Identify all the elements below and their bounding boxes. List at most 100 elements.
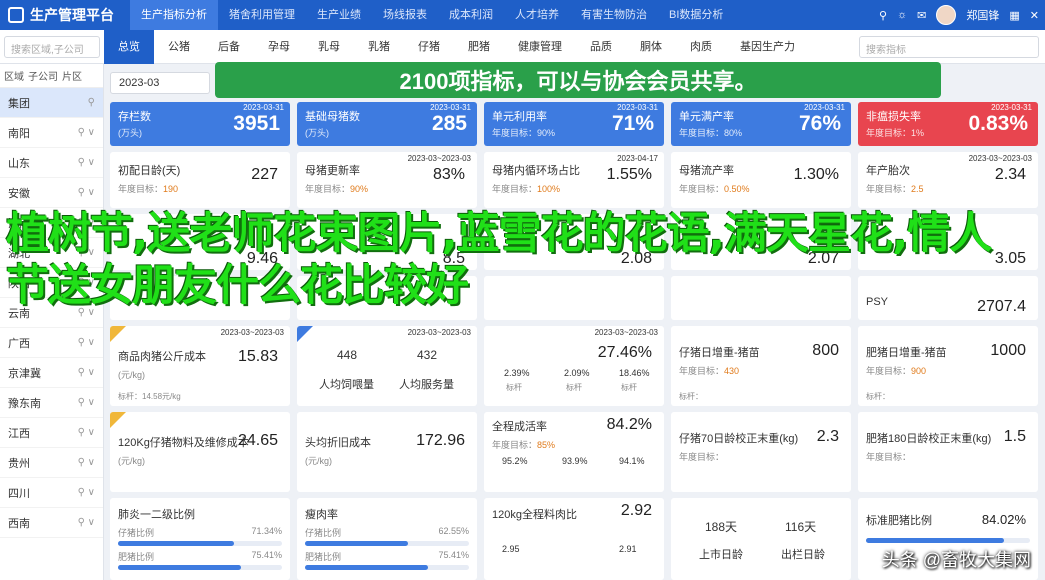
sidebar-item[interactable]: 山东 ⚲ ∨: [0, 148, 103, 178]
kpi-date: 2023-03-31: [243, 103, 284, 112]
metric-title: 肺炎一二级比例: [118, 509, 195, 521]
sidebar-item[interactable]: 江西 ⚲ ∨: [0, 418, 103, 448]
metric-card[interactable]: 肺炎一二级比例 仔猪比例 71.34% 肥猪比例 75.41%: [110, 498, 290, 580]
region-search-input[interactable]: 搜索区域,子公司: [4, 35, 100, 58]
metric-card[interactable]: 母猪流产率 年度目标：0.50% 1.30%: [671, 152, 851, 208]
sub-tab[interactable]: 胴体: [626, 30, 676, 64]
radio-subsidiary[interactable]: 子公司: [28, 68, 58, 83]
avatar[interactable]: [936, 5, 957, 25]
metric-card[interactable]: 120Kg仔猪物料及维修成本 (元/kg) 24.65: [110, 412, 290, 492]
app-logo[interactable]: 生产管理平台: [0, 0, 130, 30]
indicator-search-input[interactable]: 搜索指标: [859, 36, 1039, 58]
grid-icon[interactable]: ▦: [1009, 9, 1019, 22]
nav-tab[interactable]: 有害生物防治: [570, 0, 658, 30]
close-icon[interactable]: ✕: [1030, 9, 1039, 22]
sub-tab[interactable]: 基因生产力: [726, 30, 809, 64]
metric-card[interactable]: 瘦肉率 仔猪比例 62.55% 肥猪比例 75.41%: [297, 498, 477, 580]
kpi-card[interactable]: 2023-03-31 单元满产率 年度目标：80% 76%: [671, 102, 851, 146]
sub-tab[interactable]: 肥猪: [454, 30, 504, 64]
sidebar-item[interactable]: 贵州 ⚲ ∨: [0, 448, 103, 478]
radio-area[interactable]: 片区: [62, 68, 82, 83]
metric-card[interactable]: 肥猪180日龄校正末重(kg) 年度目标： 1.5: [858, 412, 1038, 492]
sub-tab[interactable]: 后备: [204, 30, 254, 64]
progress-fill: [305, 541, 409, 546]
date-picker[interactable]: 2023-03: [110, 72, 210, 94]
search-icon[interactable]: ⚲: [879, 9, 887, 22]
sub-tab[interactable]: 公猪: [154, 30, 204, 64]
metric-card[interactable]: 2023-04-17 母猪内循环场占比 年度目标：100% 1.55%: [484, 152, 664, 208]
metric-card[interactable]: 2023-03~2023-03 448 432 人均饲喂量 人均服务量: [297, 326, 477, 406]
sub-tab[interactable]: 乳母: [304, 30, 354, 64]
metric-value: 2.91: [619, 544, 637, 554]
progress-bar: [866, 538, 1030, 543]
chevron-down-icon: ⚲ ∨: [77, 427, 95, 438]
metric-card[interactable]: 2023-03~2023-03 商品肉猪公斤成本 (元/kg) 15.83 标杆…: [110, 326, 290, 406]
metric-date: 2023-03~2023-03: [594, 328, 658, 337]
goal-label: 年度目标：: [492, 184, 538, 194]
metric-value: 227: [251, 166, 278, 183]
nav-tab[interactable]: 生产指标分析: [130, 0, 218, 30]
sub-tab[interactable]: 品质: [576, 30, 626, 64]
sub-tab[interactable]: 健康管理: [504, 30, 576, 64]
theme-icon[interactable]: ☼: [897, 9, 907, 21]
metric-card[interactable]: 188天 116天 上市日龄 出栏日龄: [671, 498, 851, 580]
bell-icon[interactable]: ✉: [917, 9, 926, 22]
metric-card[interactable]: 全程成活率 年度目标：85% 84.2% 95.2% 93.9% 94.1%: [484, 412, 664, 492]
metric-value: 800: [812, 342, 839, 359]
goal-value: 90%: [350, 184, 369, 194]
user-name[interactable]: 郑国锋: [966, 7, 999, 23]
sidebar-item-label: 贵州: [8, 457, 30, 470]
flag-corner: [110, 326, 126, 342]
nav-tab[interactable]: 场线报表: [372, 0, 438, 30]
kpi-card[interactable]: 2023-03-31 基础母猪数 (万头) 285: [297, 102, 477, 146]
radio-region[interactable]: 区域: [4, 68, 24, 83]
sidebar-item[interactable]: 南阳 ⚲ ∨: [0, 118, 103, 148]
sidebar-item[interactable]: 集团 ⚲: [0, 88, 103, 118]
sidebar-item[interactable]: 豫东南 ⚲ ∨: [0, 388, 103, 418]
sub-tab[interactable]: 总览: [104, 29, 154, 64]
sub-tab[interactable]: 乳猪: [354, 30, 404, 64]
kpi-card[interactable]: 2023-03-31 非瘟损失率 年度目标：1% 0.83%: [858, 102, 1038, 146]
chevron-down-icon: ⚲ ∨: [77, 127, 95, 138]
nav-tab[interactable]: 成本利润: [438, 0, 504, 30]
sidebar-item[interactable]: 四川 ⚲ ∨: [0, 478, 103, 508]
progress-bar: [118, 541, 282, 546]
nav-tab[interactable]: 生产业绩: [306, 0, 372, 30]
metric-card[interactable]: 肥猪日增重-猪苗 年度目标：900 1000 标杆：: [858, 326, 1038, 406]
metric-card[interactable]: 2023-03~2023-03 母猪更新率 年度目标：90% 83%: [297, 152, 477, 208]
metric-card[interactable]: 仔猪日增重-猪苗 年度目标：430 800 标杆：: [671, 326, 851, 406]
metric-card[interactable]: 2023-03~2023-03 年产胎次 年度目标：2.5 2.34: [858, 152, 1038, 208]
goal-value: 85%: [537, 440, 556, 450]
nav-tab[interactable]: BI数据分析: [658, 0, 734, 30]
sub-tab[interactable]: 仔猪: [404, 30, 454, 64]
metric-sub: (元/kg): [305, 456, 333, 466]
metric-card[interactable]: 120kg全程料肉比 2.92 2.95 2.91: [484, 498, 664, 580]
kpi-card[interactable]: 2023-03-31 单元利用率 年度目标：90% 71%: [484, 102, 664, 146]
metric-goal: 年度目标：900: [866, 364, 1030, 377]
metric-card[interactable]: 初配日龄(天) 年度目标：190 227: [110, 152, 290, 208]
sidebar-item[interactable]: 京津冀 ⚲ ∨: [0, 358, 103, 388]
bar-row: 肥猪比例 75.41%: [118, 550, 282, 563]
nav-tab[interactable]: 猪舍利用管理: [218, 0, 306, 30]
bar-label: 肥猪比例: [118, 552, 155, 562]
metric-value: 2.39%: [504, 368, 530, 378]
metric-card[interactable]: 2023-03~2023-03 27.46% 2.39% 2.09% 18.46…: [484, 326, 664, 406]
sidebar-item-label: 安徽: [8, 187, 30, 200]
nav-tab[interactable]: 人才培养: [504, 0, 570, 30]
goal-label: 年度目标：: [118, 184, 164, 194]
metric-card[interactable]: 头均折旧成本 (元/kg) 172.96: [297, 412, 477, 492]
sidebar-item-label: 广西: [8, 337, 30, 350]
sub-tab[interactable]: 孕母: [254, 30, 304, 64]
sidebar-item[interactable]: 安徽 ⚲ ∨: [0, 178, 103, 208]
sidebar-item[interactable]: 广西 ⚲ ∨: [0, 328, 103, 358]
sidebar-item[interactable]: 西南 ⚲ ∨: [0, 508, 103, 538]
goal-label: 年度目标：: [866, 366, 912, 376]
metric-value: 2.09%: [564, 368, 590, 378]
sub-tab[interactable]: 肉质: [676, 30, 726, 64]
bar-value: 75.41%: [438, 550, 469, 560]
kpi-value: 76%: [798, 112, 841, 135]
metric-sub: (元/kg): [118, 456, 146, 466]
metric-card[interactable]: 仔猪70日龄校正末重(kg) 年度目标： 2.3: [671, 412, 851, 492]
kpi-card[interactable]: 2023-03-31 存栏数 (万头) 3951: [110, 102, 290, 146]
region-sidebar: 区域 子公司 片区 集团 ⚲ 南阳 ⚲ ∨ 山东 ⚲ ∨ 安徽 ⚲ ∨ 河南 ⚲ ∨ 湖北…: [0, 64, 104, 580]
